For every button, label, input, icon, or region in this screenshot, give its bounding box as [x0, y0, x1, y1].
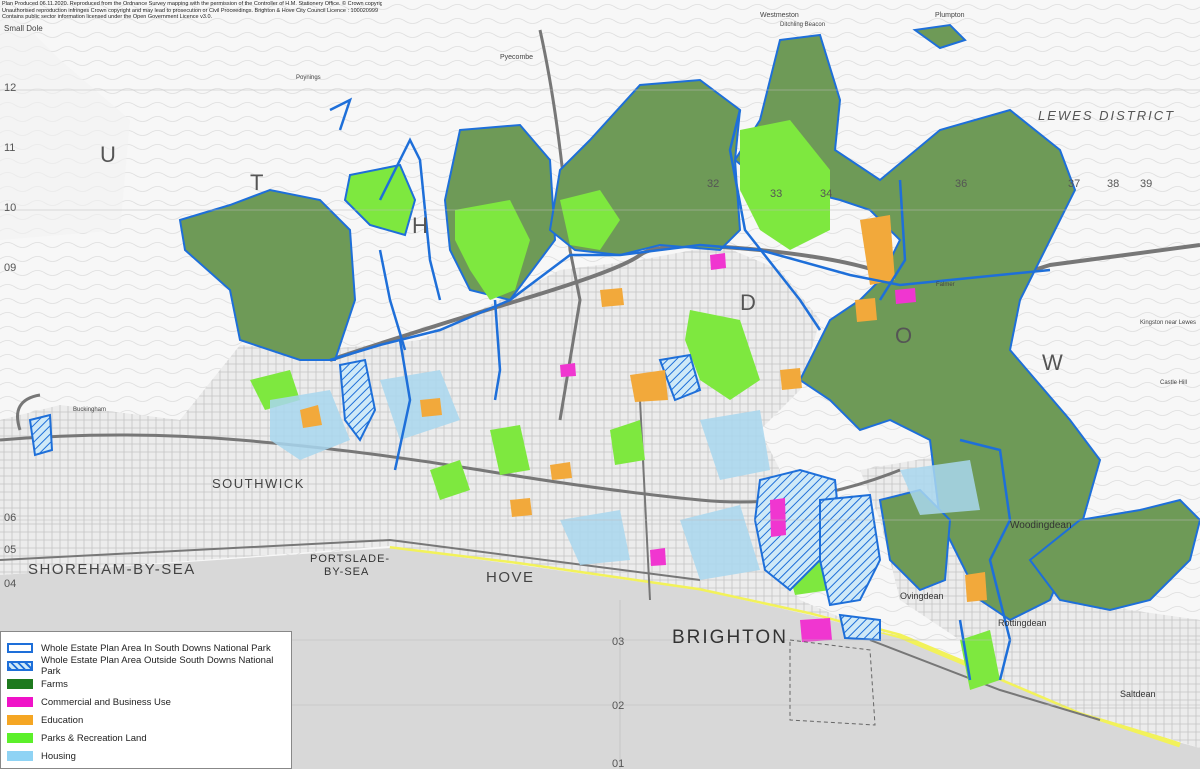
place-name-hove: HOVE: [486, 569, 535, 586]
grid-label: 03: [612, 636, 625, 648]
grid-label: 01: [612, 758, 625, 769]
legend-label: Whole Estate Plan Area In South Downs Na…: [41, 642, 271, 654]
grid-label: 11: [4, 142, 16, 154]
place-name-kingston: Kingston near Lewes: [1140, 320, 1197, 326]
legend-item-parks: Parks & Recreation Land: [7, 732, 147, 744]
place-name-lewes-district: LEWES DISTRICT: [1038, 108, 1176, 123]
legend-label: Commercial and Business Use: [41, 696, 171, 708]
legend-swatch-hatch: [7, 661, 33, 671]
legend-item-farms: Farms: [7, 678, 68, 690]
legend-label: Whole Estate Plan Area Outside South Dow…: [41, 655, 274, 677]
place-name-pyecombe: Pyecombe: [500, 54, 534, 61]
place-name-plumpton: Plumpton: [935, 12, 965, 19]
legend-swatch-housing: [7, 751, 33, 761]
legend-label: Education: [41, 714, 84, 726]
grid-label: 37: [1068, 178, 1081, 190]
map-letter: D: [740, 290, 756, 315]
legend-swatch-farms: [7, 679, 33, 689]
grid-label: 33: [770, 188, 783, 200]
place-name-brighton: BRIGHTON: [672, 627, 788, 648]
legend-swatch-outline: [7, 643, 33, 653]
copyright-line: Contains public sector information licen…: [2, 14, 213, 21]
legend-label: Farms: [41, 678, 68, 690]
place-name-small-dole: Small Dole: [4, 24, 43, 33]
place-name-woodingdean: Woodingdean: [1010, 520, 1072, 531]
place-name-saltdean: Saltdean: [1120, 689, 1156, 699]
grid-label: 12: [4, 82, 17, 94]
place-name-shoreham: SHOREHAM-BY-SEA: [28, 561, 196, 578]
grid-label: 06: [4, 512, 17, 524]
map-letter: H: [412, 213, 428, 238]
place-name-portslade-2: BY-SEA: [324, 566, 370, 578]
legend-swatch-parks: [7, 733, 33, 743]
place-name-ditchling-beacon: Ditchling Beacon: [780, 22, 826, 28]
copyright-line: Unauthorised reproduction infringes Crow…: [2, 7, 379, 14]
place-name-poynings: Poynings: [296, 75, 321, 81]
copyright-notice: Plan Produced 06.11.2020. Reproduced fro…: [2, 1, 382, 21]
place-name-falmer: Falmer: [936, 282, 955, 288]
grid-label: 04: [4, 578, 17, 590]
place-name-westmeston: Westmeston: [760, 12, 799, 19]
place-name-portslade: PORTSLADE-: [310, 553, 391, 565]
grid-label: 39: [1140, 178, 1153, 190]
legend-item-education: Education: [7, 714, 83, 726]
place-name-rottingdean: Rottingdean: [998, 618, 1047, 628]
legend-item-commercial: Commercial and Business Use: [7, 696, 171, 708]
map-view[interactable]: Plan Produced 06.11.2020. Reproduced fro…: [0, 0, 1200, 769]
map-letter: W: [1042, 350, 1063, 375]
grid-label: 38: [1107, 178, 1120, 190]
map-letter: U: [100, 142, 116, 167]
legend-item-outside-park: Whole Estate Plan Area Outside South Dow…: [7, 655, 291, 677]
place-name-castle-hill: Castle Hill: [1160, 380, 1188, 386]
grid-label: 05: [4, 544, 17, 556]
grid-label: 09: [4, 262, 17, 274]
legend-swatch-commercial: [7, 697, 33, 707]
legend-item-in-park: Whole Estate Plan Area In South Downs Na…: [7, 642, 271, 654]
map-letter: O: [895, 323, 913, 348]
map-legend: Whole Estate Plan Area In South Downs Na…: [0, 631, 292, 769]
place-name-ovingdean: Ovingdean: [900, 591, 944, 601]
legend-label: Housing: [41, 750, 76, 762]
grid-label: 36: [955, 178, 968, 190]
map-letter: T: [250, 170, 264, 195]
grid-label: 02: [612, 700, 625, 712]
legend-item-housing: Housing: [7, 750, 76, 762]
grid-label: 34: [820, 188, 833, 200]
legend-swatch-education: [7, 715, 33, 725]
grid-label: 32: [707, 178, 720, 190]
legend-label: Parks & Recreation Land: [41, 732, 147, 744]
grid-label: 10: [4, 202, 17, 214]
place-name-buckingham: Buckingham: [73, 407, 107, 413]
copyright-line: Plan Produced 06.11.2020. Reproduced fro…: [2, 1, 382, 7]
place-name-southwick: SOUTHWICK: [212, 476, 305, 491]
